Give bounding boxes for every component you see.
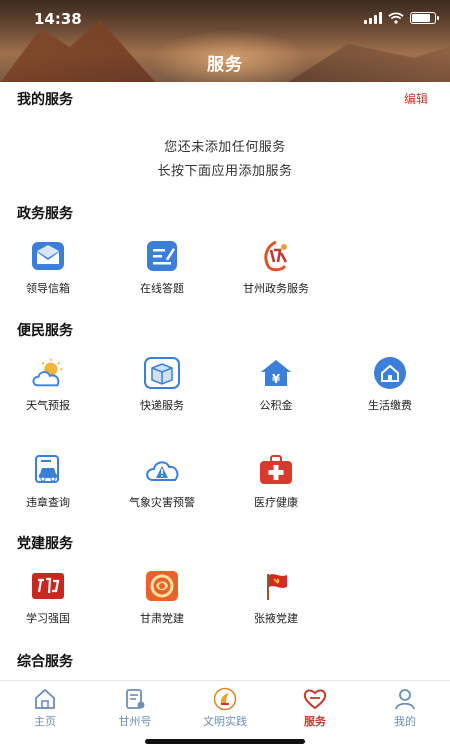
tab-label: 主页 <box>34 715 56 728</box>
service-tile-express[interactable]: 快递服务 <box>122 355 202 413</box>
service-tile-online-quiz[interactable]: 在线答题 <box>122 238 202 296</box>
package-icon <box>144 355 180 391</box>
battery-icon <box>410 12 439 24</box>
service-label: 学习强国 <box>26 612 70 625</box>
account-icon <box>123 687 147 711</box>
gansu-party-icon <box>144 568 180 604</box>
status-icons <box>364 12 439 24</box>
gov-emblem-icon <box>258 238 294 274</box>
service-tile-zhangye-party[interactable]: 张掖党建 <box>236 568 316 626</box>
section-title-civil-services: 便民服务 <box>17 323 73 339</box>
home-bill-icon <box>372 355 408 391</box>
tab-home[interactable]: 主页 <box>0 687 90 729</box>
service-tile-gansu-party[interactable]: 甘肃党建 <box>122 568 202 626</box>
service-label: 公积金 <box>259 399 293 412</box>
tab-services[interactable]: 服务 <box>270 687 360 729</box>
wifi-icon <box>388 12 404 24</box>
service-tile-weather-alert[interactable]: 气象灾害预警 <box>122 452 202 510</box>
user-icon <box>393 687 417 711</box>
service-label: 甘肃党建 <box>140 612 184 625</box>
service-tile-housing-fund[interactable]: ¥ 公积金 <box>236 355 316 413</box>
empty-message-line1: 您还未添加任何服务 <box>164 140 286 155</box>
section-title-my-services: 我的服务 <box>17 92 73 108</box>
service-label: 张掖党建 <box>254 612 298 625</box>
home-icon <box>33 687 57 711</box>
section-title-party-services: 党建服务 <box>17 536 73 552</box>
service-label: 领导信箱 <box>26 282 70 295</box>
tab-label: 服务 <box>304 715 326 728</box>
service-label: 医疗健康 <box>254 496 298 509</box>
weather-alert-icon <box>144 452 180 488</box>
service-label: 生活缴费 <box>368 399 412 412</box>
civilization-icon <box>213 687 237 711</box>
page-title: 服务 <box>207 55 243 75</box>
service-label: 违章查询 <box>26 496 70 509</box>
tab-profile[interactable]: 我的 <box>360 687 450 729</box>
tab-label: 文明实践 <box>203 715 247 728</box>
tab-label: 我的 <box>394 715 416 728</box>
home-indicator <box>145 739 305 744</box>
service-label: 在线答题 <box>140 282 184 295</box>
service-label: 快递服务 <box>140 399 184 412</box>
service-tile-medical[interactable]: 医疗健康 <box>236 452 316 510</box>
status-time: 14:38 <box>34 10 82 28</box>
housing-fund-icon: ¥ <box>258 355 294 391</box>
service-tile-weather[interactable]: 天气预报 <box>8 355 88 413</box>
tab-label: 甘州号 <box>118 715 152 728</box>
weather-icon <box>30 355 66 391</box>
party-flag-icon <box>258 568 294 604</box>
empty-message-line2: 长按下面应用添加服务 <box>157 164 293 179</box>
service-tile-traffic-violation[interactable]: 违章查询 <box>8 452 88 510</box>
section-title-general-services: 综合服务 <box>17 654 73 670</box>
envelope-icon <box>30 238 66 274</box>
edit-document-icon <box>144 238 180 274</box>
service-tile-utility-bills[interactable]: 生活缴费 <box>350 355 430 413</box>
service-label: 甘州政务服务 <box>243 282 309 295</box>
service-tile-ganzhou-gov[interactable]: 甘州政务服务 <box>236 238 316 296</box>
service-label: 气象灾害预警 <box>129 496 195 509</box>
service-tile-leader-mailbox[interactable]: 领导信箱 <box>8 238 88 296</box>
service-tile-xuexi[interactable]: 学习强国 <box>8 568 88 626</box>
edit-button[interactable]: 编辑 <box>404 90 428 107</box>
signal-icon <box>364 12 382 24</box>
service-label: 天气预报 <box>26 399 70 412</box>
section-title-gov-services: 政务服务 <box>17 206 73 222</box>
medical-kit-icon <box>258 452 294 488</box>
svg-text:¥: ¥ <box>272 372 281 386</box>
xuexi-icon <box>30 568 66 604</box>
tab-ganzhou-account[interactable]: 甘州号 <box>90 687 180 729</box>
header-banner: 14:38 服务 <box>0 0 450 82</box>
car-violation-icon <box>30 452 66 488</box>
tab-civilization-practice[interactable]: 文明实践 <box>180 687 270 729</box>
service-heart-icon <box>303 687 327 711</box>
